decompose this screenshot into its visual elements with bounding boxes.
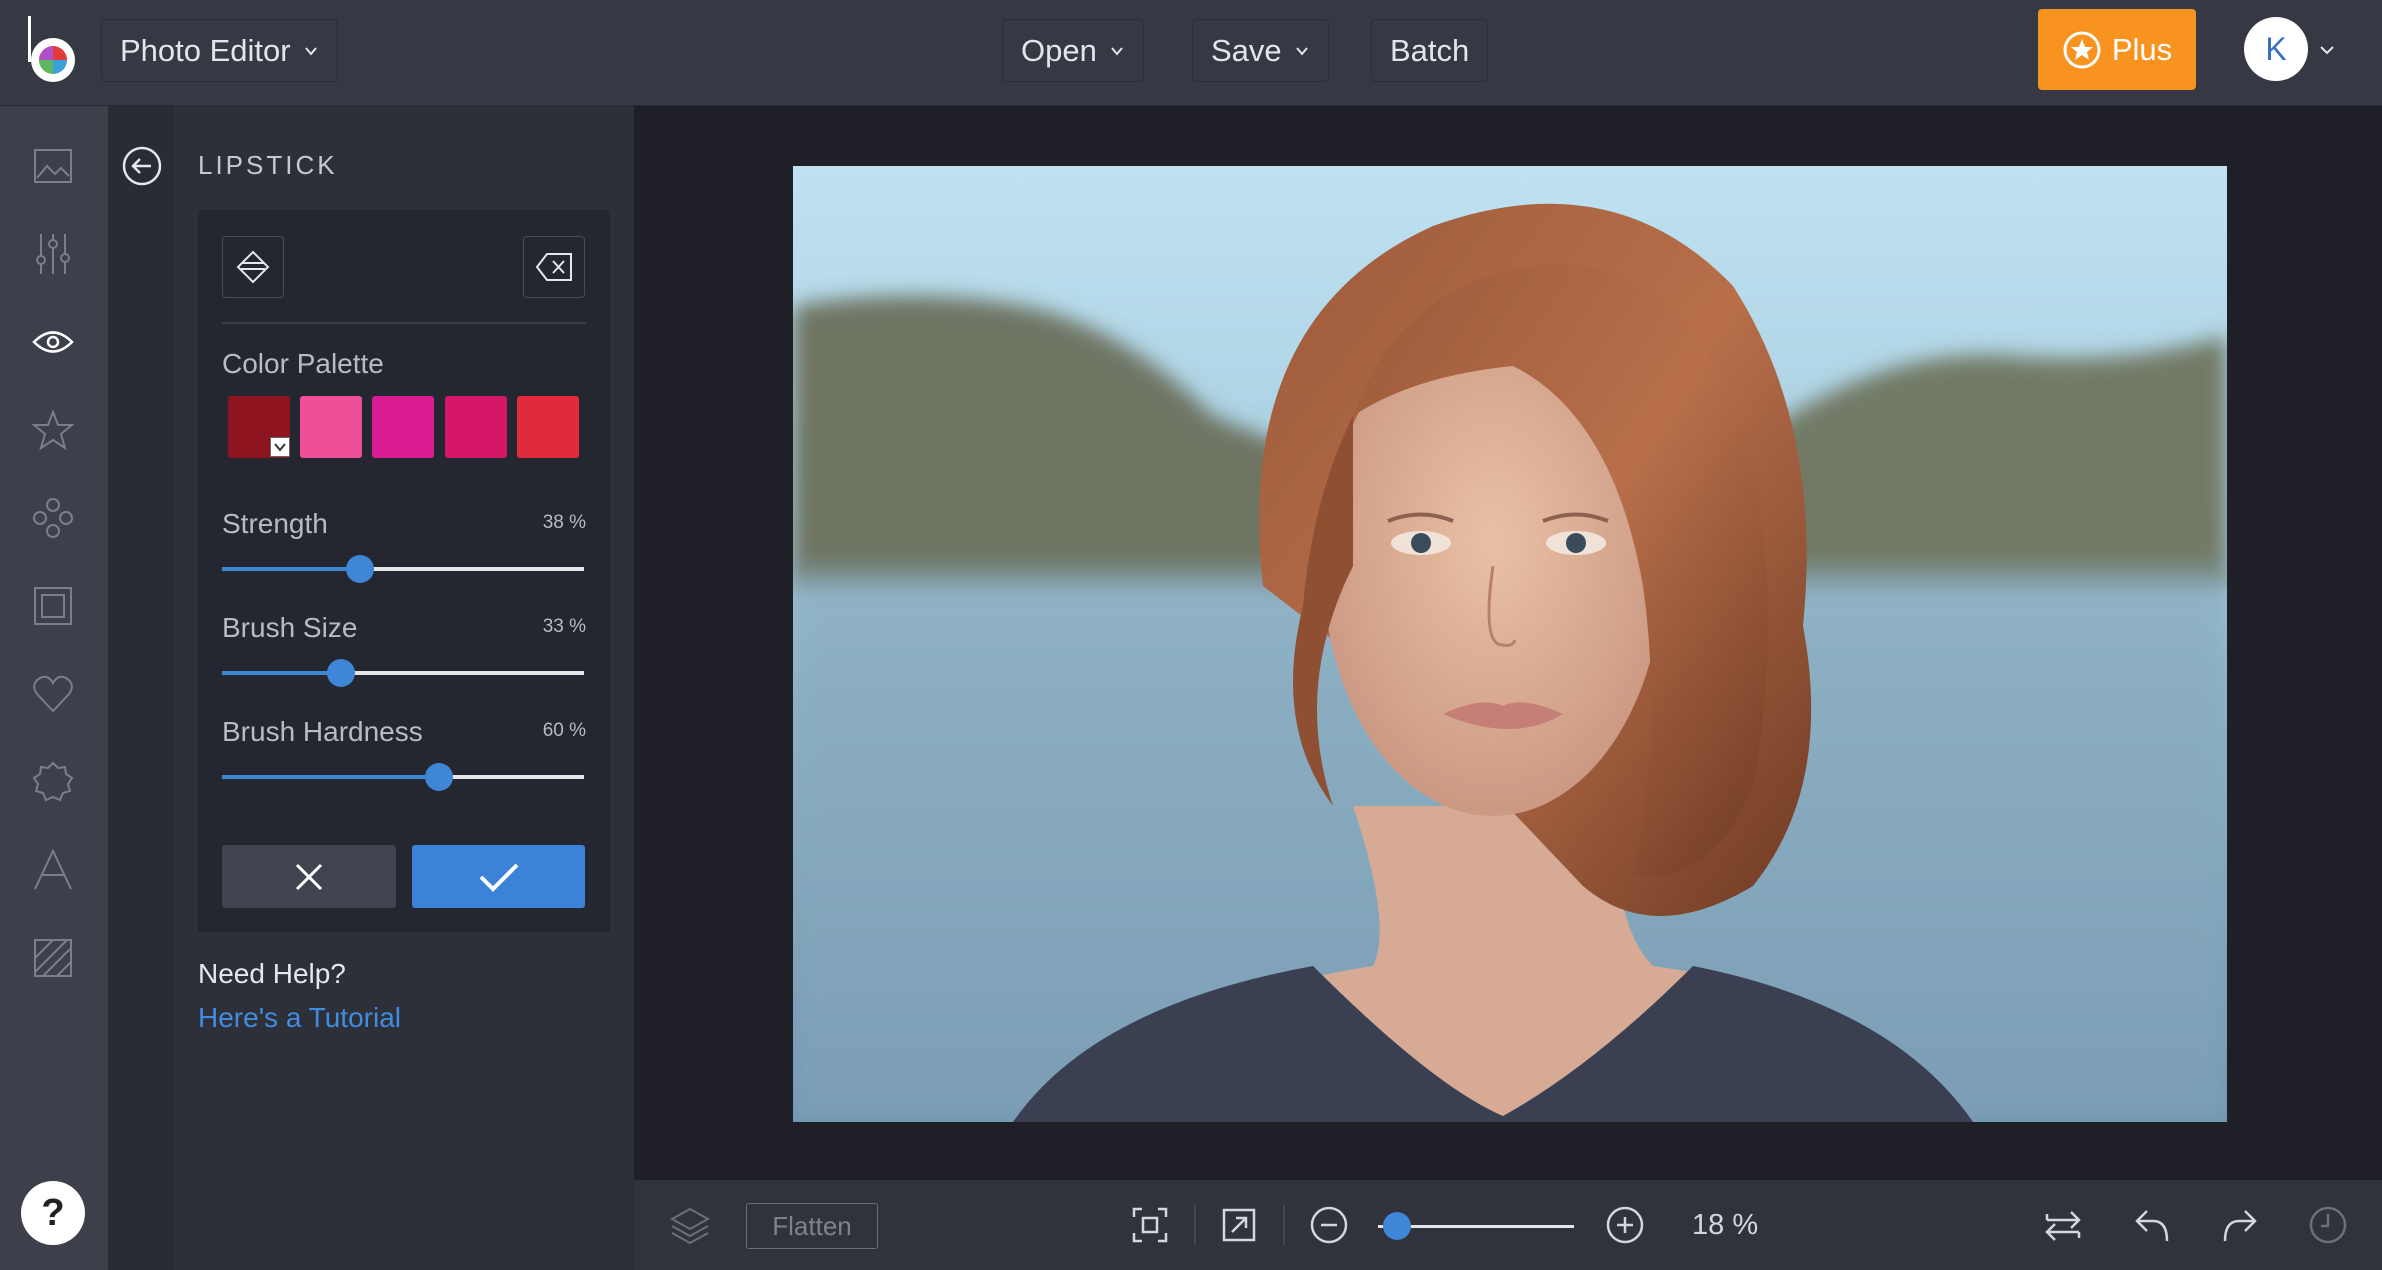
star-badge-icon: [2063, 31, 2101, 68]
tutorial-link[interactable]: Here's a Tutorial: [198, 1002, 401, 1034]
compare-swap-icon[interactable]: [2041, 1203, 2085, 1247]
chevron-down-icon: [1295, 46, 1308, 56]
plus-upgrade-button[interactable]: Plus: [2038, 9, 2196, 90]
color-palette-label: Color Palette: [222, 348, 384, 379]
heart-icon[interactable]: [30, 671, 76, 717]
cancel-button[interactable]: [222, 845, 396, 908]
chevron-down-icon[interactable]: [2318, 41, 2336, 59]
fit-to-screen-icon[interactable]: [1128, 1203, 1172, 1247]
top-bar: [0, 0, 2382, 106]
avatar-initial: K: [2265, 30, 2287, 67]
flatten-label: Flatten: [772, 1210, 852, 1241]
user-avatar[interactable]: K: [2244, 17, 2308, 81]
brush-hardness-slider-fill: [222, 775, 440, 779]
panel-title: LIPSTICK: [198, 150, 338, 180]
chevron-down-icon: [274, 443, 286, 452]
swatch-pink[interactable]: [300, 396, 362, 458]
strength-slider-handle[interactable]: [345, 555, 374, 583]
edited-photo[interactable]: [793, 166, 2227, 1122]
actual-size-icon[interactable]: [1217, 1203, 1261, 1247]
lipstick-settings-card: [198, 210, 610, 932]
panel-gutter: [108, 106, 174, 1270]
help-button[interactable]: ?: [21, 1181, 85, 1245]
need-help-title: Need Help?: [198, 958, 346, 989]
eraser-mode-button[interactable]: [523, 236, 585, 298]
shapes-icon[interactable]: [30, 495, 76, 541]
badge-icon[interactable]: [30, 759, 76, 805]
card-divider: [222, 322, 586, 324]
eye-icon[interactable]: [30, 319, 76, 365]
open-menu-button[interactable]: Open: [1002, 19, 1144, 82]
redo-icon[interactable]: [2218, 1203, 2262, 1247]
brush-hardness-slider-handle[interactable]: [425, 763, 454, 791]
save-label: Save: [1211, 32, 1282, 68]
paint-brush-icon: [236, 250, 270, 284]
zoom-in-icon[interactable]: [1603, 1203, 1647, 1247]
toolbar-separator: [1194, 1205, 1196, 1245]
checkmark-icon: [479, 863, 518, 892]
strength-value: 38 %: [542, 512, 586, 533]
text-icon[interactable]: [30, 847, 76, 893]
sliders-icon[interactable]: [30, 231, 76, 277]
batch-button[interactable]: Batch: [1371, 19, 1489, 82]
close-icon: [295, 863, 323, 890]
save-menu-button[interactable]: Save: [1192, 19, 1329, 82]
image-icon[interactable]: [30, 143, 76, 189]
brush-mode-button[interactable]: [222, 236, 284, 298]
plus-label: Plus: [2111, 31, 2173, 67]
app-logo[interactable]: [24, 14, 80, 86]
zoom-percentage: 18 %: [1692, 1209, 1759, 1241]
apply-button[interactable]: [412, 845, 585, 908]
swatch-magenta[interactable]: [372, 396, 434, 458]
strength-slider-fill: [222, 567, 360, 571]
help-label: ?: [41, 1191, 65, 1234]
app-menu-button[interactable]: Photo Editor: [101, 19, 338, 82]
brush-size-slider-fill: [222, 671, 342, 675]
app-menu-label: Photo Editor: [120, 32, 291, 68]
selected-swatch-dropdown[interactable]: [270, 437, 290, 457]
eraser-icon: [535, 253, 572, 281]
back-arrow-icon[interactable]: [122, 146, 162, 186]
toolbar-separator: [1283, 1205, 1285, 1245]
texture-icon[interactable]: [30, 935, 76, 981]
swatch-red[interactable]: [517, 396, 579, 458]
zoom-out-icon[interactable]: [1307, 1203, 1351, 1247]
zoom-slider-handle[interactable]: [1383, 1212, 1411, 1240]
chevron-down-icon: [1111, 46, 1123, 56]
chevron-down-icon: [304, 46, 317, 56]
batch-label: Batch: [1390, 32, 1470, 68]
strength-label: Strength: [222, 508, 328, 539]
brush-size-value: 33 %: [542, 616, 586, 637]
star-icon[interactable]: [30, 407, 76, 453]
flatten-button[interactable]: Flatten: [746, 1203, 878, 1249]
swatch-raspberry[interactable]: [445, 396, 507, 458]
brush-hardness-label: Brush Hardness: [222, 716, 423, 747]
layers-icon[interactable]: [668, 1203, 712, 1247]
frame-icon[interactable]: [30, 583, 76, 629]
brush-hardness-value: 60 %: [542, 720, 586, 741]
brush-size-label: Brush Size: [222, 612, 358, 643]
undo-icon[interactable]: [2130, 1203, 2174, 1247]
history-icon[interactable]: [2306, 1203, 2350, 1247]
open-label: Open: [1021, 32, 1097, 68]
